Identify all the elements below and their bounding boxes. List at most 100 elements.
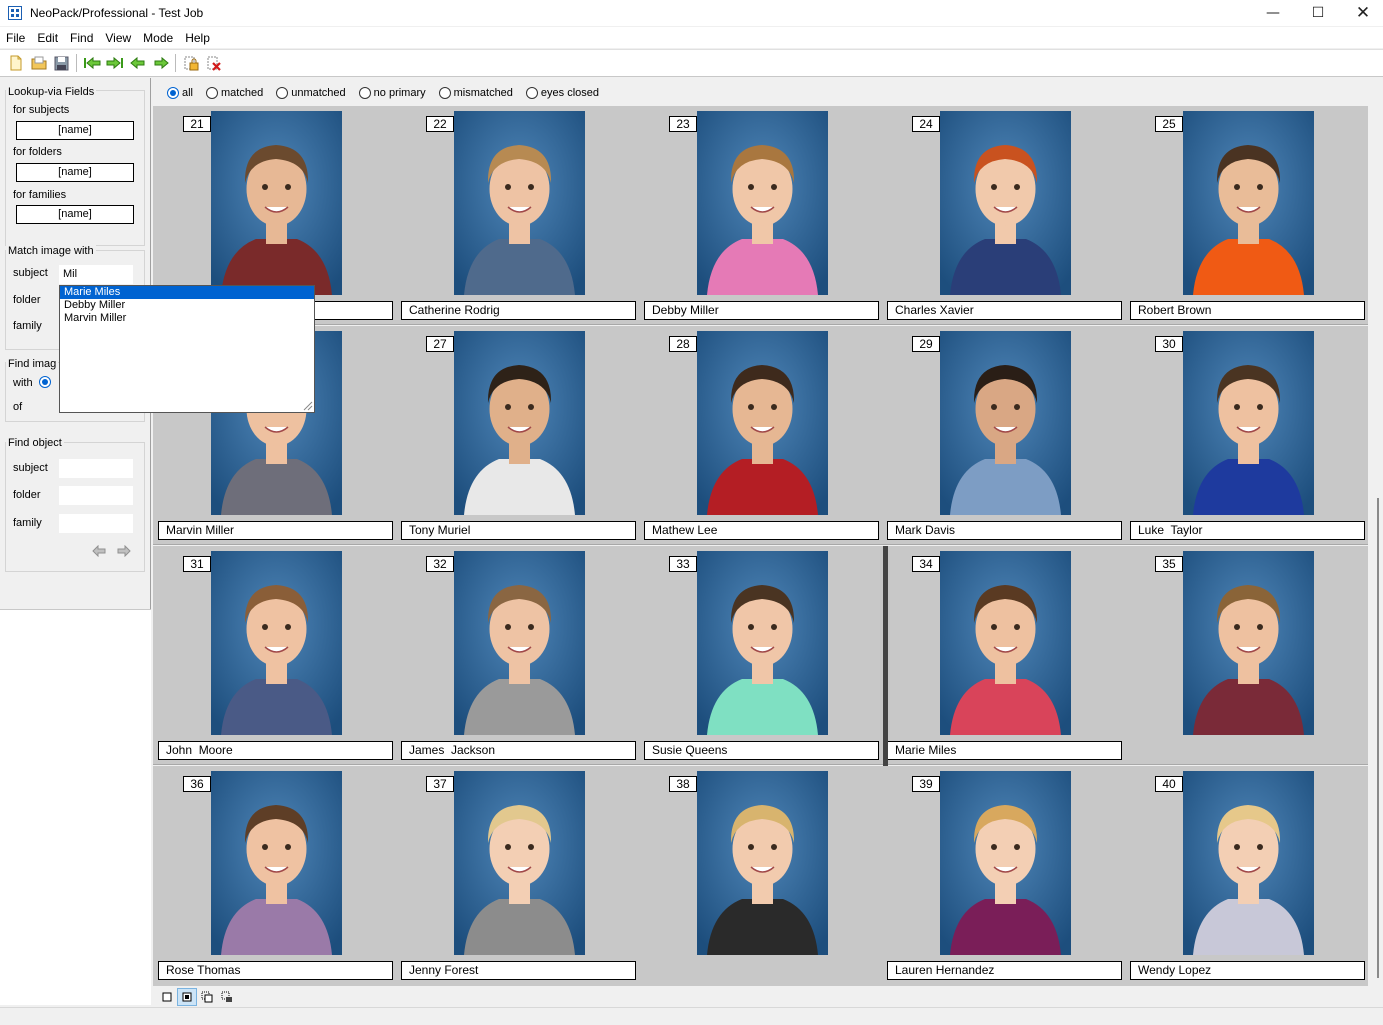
folders-lookup-field[interactable]: [name] [16,163,134,182]
menu-help[interactable]: Help [179,31,216,45]
lock-select-icon[interactable] [217,988,237,1006]
subject-name-field[interactable]: Luke Taylor [1130,521,1365,540]
dropdown-item[interactable]: Marie Miles [60,286,314,299]
new-file-icon[interactable] [4,52,27,74]
portrait-image[interactable] [697,551,828,735]
find-object-subject-input[interactable] [59,459,133,478]
subject-name-field[interactable]: Mark Davis [887,521,1122,540]
save-icon[interactable] [50,52,73,74]
subjects-lookup-field[interactable]: [name] [16,121,134,140]
subject-name-field[interactable]: Susie Queens [644,741,879,760]
scroll-thumb[interactable] [1377,498,1379,978]
filter-matched[interactable]: matched [206,87,263,99]
filter-all[interactable]: all [167,87,193,99]
portrait-image[interactable] [454,331,585,515]
subject-name-field[interactable]: Catherine Rodrig [401,301,636,320]
portrait-image[interactable] [697,111,828,295]
portrait-image[interactable] [697,331,828,515]
subject-name-field[interactable]: Jenny Forest [401,961,636,980]
photo-cell[interactable]: 33 Susie Queens [639,546,882,766]
portrait-image[interactable] [211,551,342,735]
photo-cell[interactable]: 38 [639,766,882,986]
find-image-radio[interactable] [39,376,51,388]
find-object-folder-input[interactable] [59,486,133,505]
find-next-icon[interactable] [117,544,131,560]
portrait-image[interactable] [1183,551,1314,735]
portrait-image[interactable] [1183,111,1314,295]
subject-name-field[interactable]: Robert Brown [1130,301,1365,320]
close-button[interactable]: ✕ [1340,0,1383,26]
subject-name-field[interactable]: Mathew Lee [644,521,879,540]
photo-cell[interactable]: 34 Marie Miles [882,546,1125,766]
families-lookup-field[interactable]: [name] [16,205,134,224]
minimize-button[interactable]: — [1250,0,1296,26]
vertical-scrollbar[interactable] [1368,106,1383,986]
next-arrow-icon[interactable] [149,52,172,74]
portrait-image[interactable] [940,111,1071,295]
portrait-image[interactable] [1183,771,1314,955]
menu-find[interactable]: Find [64,31,99,45]
subject-name-field[interactable]: Marvin Miller [158,521,393,540]
portrait-image[interactable] [211,111,342,295]
photo-cell[interactable]: 27 Tony Muriel [396,326,639,546]
menu-edit[interactable]: Edit [31,31,64,45]
photo-cell[interactable]: 39 Lauren Hernandez [882,766,1125,986]
find-prev-icon[interactable] [92,544,106,560]
menu-mode[interactable]: Mode [137,31,179,45]
portrait-image[interactable] [940,771,1071,955]
match-subject-input[interactable]: Mil [59,265,133,284]
photo-cell[interactable]: 35 [1125,546,1368,766]
photo-cell[interactable]: 36 Rose Thomas [153,766,396,986]
portrait-image[interactable] [211,771,342,955]
photo-cell[interactable]: 32 James Jackson [396,546,639,766]
filter-no-primary[interactable]: no primary [358,87,426,99]
photo-cell[interactable]: 25 Robert Brown [1125,106,1368,326]
portrait-image[interactable] [697,771,828,955]
dropdown-item[interactable]: Debby Miller [60,299,314,312]
photo-number: 23 [669,116,697,132]
grid-view-icon[interactable] [177,988,197,1006]
subject-name-field[interactable]: James Jackson [401,741,636,760]
photo-cell[interactable]: 31 John Moore [153,546,396,766]
photo-cell[interactable]: 22 Catherine Rodrig [396,106,639,326]
photo-cell[interactable]: 28 Mathew Lee [639,326,882,546]
single-view-icon[interactable] [157,988,177,1006]
lock-icon[interactable] [179,52,202,74]
photo-cell[interactable]: 30 Luke Taylor [1125,326,1368,546]
photo-cell[interactable]: 23 Debby Miller [639,106,882,326]
maximize-button[interactable]: ☐ [1295,0,1341,26]
photo-cell[interactable]: 40 Wendy Lopez [1125,766,1368,986]
portrait-image[interactable] [454,771,585,955]
subject-name-field[interactable]: John Moore [158,741,393,760]
portrait-image[interactable] [454,551,585,735]
resize-grip-icon[interactable] [301,399,313,411]
subject-name-field[interactable]: Rose Thomas [158,961,393,980]
last-arrow-icon[interactable] [103,52,126,74]
delete-icon[interactable] [202,52,225,74]
portrait-image[interactable] [1183,331,1314,515]
photo-cell[interactable]: 24 Charles Xavier [882,106,1125,326]
filter-unmatched[interactable]: unmatched [276,87,346,99]
prev-arrow-icon[interactable] [126,52,149,74]
find-object-family-input[interactable] [59,514,133,533]
subject-name-field[interactable]: Tony Muriel [401,521,636,540]
filter-eyes-closed[interactable]: eyes closed [525,87,599,99]
menu-file[interactable]: File [0,31,31,45]
portrait-image[interactable] [454,111,585,295]
subject-name-field[interactable]: Charles Xavier [887,301,1122,320]
subject-name-field[interactable]: Debby Miller [644,301,879,320]
filter-mismatched[interactable]: mismatched [438,87,513,99]
photo-cell[interactable]: 37 Jenny Forest [396,766,639,986]
portrait-image[interactable] [940,331,1071,515]
menu-view[interactable]: View [99,31,137,45]
portrait-image[interactable] [940,551,1071,735]
first-arrow-icon[interactable] [80,52,103,74]
photo-cell[interactable]: 29 Mark Davis [882,326,1125,546]
open-folder-icon[interactable] [27,52,50,74]
autocomplete-dropdown[interactable]: Marie Miles Debby Miller Marvin Miller [59,285,315,413]
subject-name-field[interactable]: Marie Miles [887,741,1122,760]
dropdown-item[interactable]: Marvin Miller [60,312,314,325]
multi-select-icon[interactable] [197,988,217,1006]
subject-name-field[interactable]: Wendy Lopez [1130,961,1365,980]
subject-name-field[interactable]: Lauren Hernandez [887,961,1122,980]
